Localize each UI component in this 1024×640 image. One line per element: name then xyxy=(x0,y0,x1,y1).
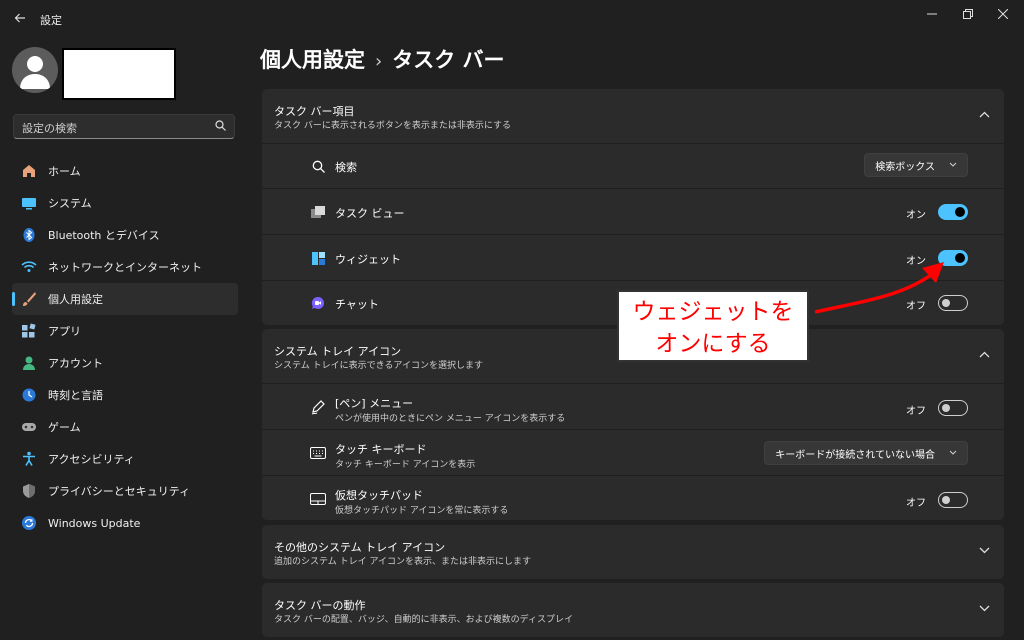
annotation-callout: ウェジェットを オンにする xyxy=(617,290,809,362)
annotation-line-1: ウェジェットを xyxy=(632,299,794,325)
annotation-line-2: オンにする xyxy=(655,331,771,357)
annotation-arrow xyxy=(814,262,944,314)
